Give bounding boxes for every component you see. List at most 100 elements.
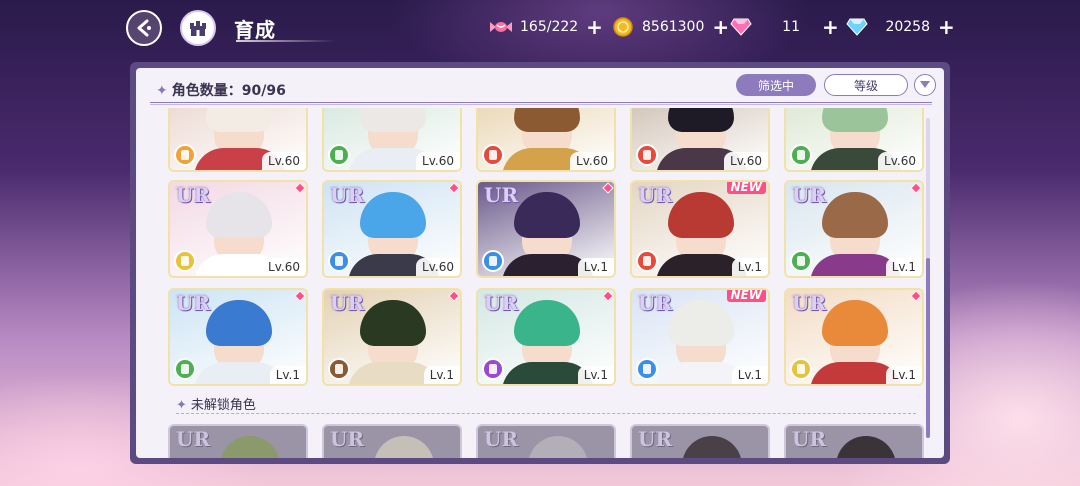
top-bar: 育成 165/222 + 8561300 + 11 + 20258 + — [0, 0, 1080, 56]
gold-value: 8561300 — [642, 19, 705, 35]
gold-coin-icon — [612, 16, 634, 38]
locked-character-card[interactable]: UR — [476, 424, 616, 458]
add-blue-diamond-button[interactable]: + — [938, 17, 955, 37]
rarity-badge: UR — [792, 427, 827, 451]
blue-diamond-icon — [846, 16, 868, 38]
level-label: Lv.60 — [416, 258, 460, 276]
level-label: Lv.60 — [416, 152, 460, 170]
level-label: Lv.1 — [269, 366, 306, 384]
add-gold-button[interactable]: + — [712, 17, 729, 37]
character-card[interactable]: Lv.60 — [476, 108, 616, 172]
rarity-badge: UR — [638, 427, 673, 451]
chevron-down-icon — [920, 81, 930, 88]
character-hair — [668, 108, 734, 132]
character-card[interactable]: UR NEW Lv.1 — [630, 288, 770, 386]
rarity-badge: UR — [330, 427, 365, 451]
character-card[interactable]: Lv.60 — [630, 108, 770, 172]
locked-section-text: 未解锁角色 — [190, 398, 256, 413]
locked-section-title: ✦ 未解锁角色 — [176, 394, 256, 413]
rarity-badge: UR — [176, 183, 211, 207]
character-card[interactable]: UR Lv.60 — [322, 180, 462, 278]
character-hair — [668, 192, 734, 238]
character-hair — [514, 192, 580, 238]
character-hair — [206, 108, 272, 132]
attribute-icon — [790, 250, 812, 272]
character-hair — [822, 108, 888, 132]
filter-button[interactable]: 筛选中 — [736, 74, 816, 96]
attribute-icon — [482, 358, 504, 380]
level-label: Lv.1 — [731, 258, 768, 276]
rarity-badge: UR — [484, 427, 519, 451]
character-count: ✦ 角色数量：90/96 — [156, 80, 286, 100]
candy-value: 165/222 — [520, 19, 579, 35]
locked-portrait — [836, 436, 896, 458]
attribute-icon — [636, 250, 658, 272]
attribute-icon — [174, 250, 196, 272]
pink-diamond-icon — [730, 16, 752, 38]
character-card[interactable]: UR Lv.1 — [476, 180, 616, 278]
rarity-badge: UR — [484, 183, 519, 207]
new-badge: NEW — [726, 290, 766, 302]
locked-portrait — [374, 436, 434, 458]
attribute-icon — [328, 144, 350, 166]
locked-character-card[interactable]: UR — [784, 424, 924, 458]
character-card[interactable]: Lv.60 — [168, 108, 308, 172]
level-label: Lv.60 — [724, 152, 768, 170]
scrollbar-thumb[interactable] — [926, 258, 930, 438]
rarity-badge: UR — [792, 183, 827, 207]
rarity-badge: UR — [176, 427, 211, 451]
character-card[interactable]: Lv.60 — [322, 108, 462, 172]
sort-level-button[interactable]: 等级 — [824, 74, 908, 96]
rarity-badge: UR — [176, 291, 211, 315]
level-label: Lv.1 — [731, 366, 768, 384]
pink-diamond-value: 11 — [782, 19, 800, 35]
character-card[interactable]: UR Lv.1 — [476, 288, 616, 386]
locked-portrait — [682, 436, 742, 458]
character-card[interactable]: UR Lv.1 — [784, 288, 924, 386]
back-button[interactable] — [126, 10, 162, 46]
level-label: Lv.60 — [878, 152, 922, 170]
character-hair — [360, 108, 426, 132]
character-card[interactable]: UR Lv.1 — [784, 180, 924, 278]
character-panel: ✦ 角色数量：90/96 筛选中 等级 ✦ 未解锁角色 Lv.60 Lv.60 Lv.6… — [130, 62, 950, 464]
character-card[interactable]: UR Lv.1 — [168, 288, 308, 386]
character-card[interactable]: UR NEW Lv.1 — [630, 180, 770, 278]
level-label: Lv.1 — [577, 258, 614, 276]
character-grid[interactable]: ✦ 未解锁角色 Lv.60 Lv.60 Lv.60 Lv.60 Lv.60 UR Lv.60 U… — [166, 108, 926, 458]
panel-header: ✦ 角色数量：90/96 筛选中 等级 — [136, 68, 944, 106]
rarity-badge: UR — [638, 291, 673, 315]
attribute-icon — [328, 358, 350, 380]
character-card[interactable]: UR Lv.1 — [322, 288, 462, 386]
character-hair — [206, 192, 272, 238]
title-decoration — [236, 40, 336, 42]
character-card[interactable]: Lv.60 — [784, 108, 924, 172]
character-hair — [206, 300, 272, 346]
locked-divider — [176, 413, 916, 414]
new-badge: NEW — [726, 182, 766, 194]
sparkle-icon: ✦ — [156, 83, 168, 99]
level-label: Lv.60 — [262, 152, 306, 170]
currency-gold: 8561300 + — [612, 16, 729, 38]
level-label: Lv.60 — [570, 152, 614, 170]
attribute-icon — [482, 250, 504, 272]
character-card[interactable]: UR Lv.60 — [168, 180, 308, 278]
character-hair — [668, 300, 734, 346]
attribute-icon — [482, 144, 504, 166]
locked-character-card[interactable]: UR — [322, 424, 462, 458]
locked-character-card[interactable]: UR — [630, 424, 770, 458]
add-pink-diamond-button[interactable]: + — [822, 17, 839, 37]
castle-icon — [190, 21, 206, 36]
sort-order-button[interactable] — [914, 74, 936, 96]
currency-pink-diamond: 11 + — [730, 16, 839, 38]
blue-diamond-value: 20258 — [885, 19, 930, 35]
character-count-text: 角色数量：90/96 — [171, 83, 286, 99]
attribute-icon — [328, 250, 350, 272]
rarity-badge: UR — [638, 183, 673, 207]
character-hair — [360, 192, 426, 238]
attribute-icon — [790, 144, 812, 166]
add-candy-button[interactable]: + — [586, 17, 603, 37]
attribute-icon — [174, 144, 196, 166]
locked-character-card[interactable]: UR — [168, 424, 308, 458]
home-button[interactable] — [180, 10, 216, 46]
rarity-badge: UR — [330, 183, 365, 207]
